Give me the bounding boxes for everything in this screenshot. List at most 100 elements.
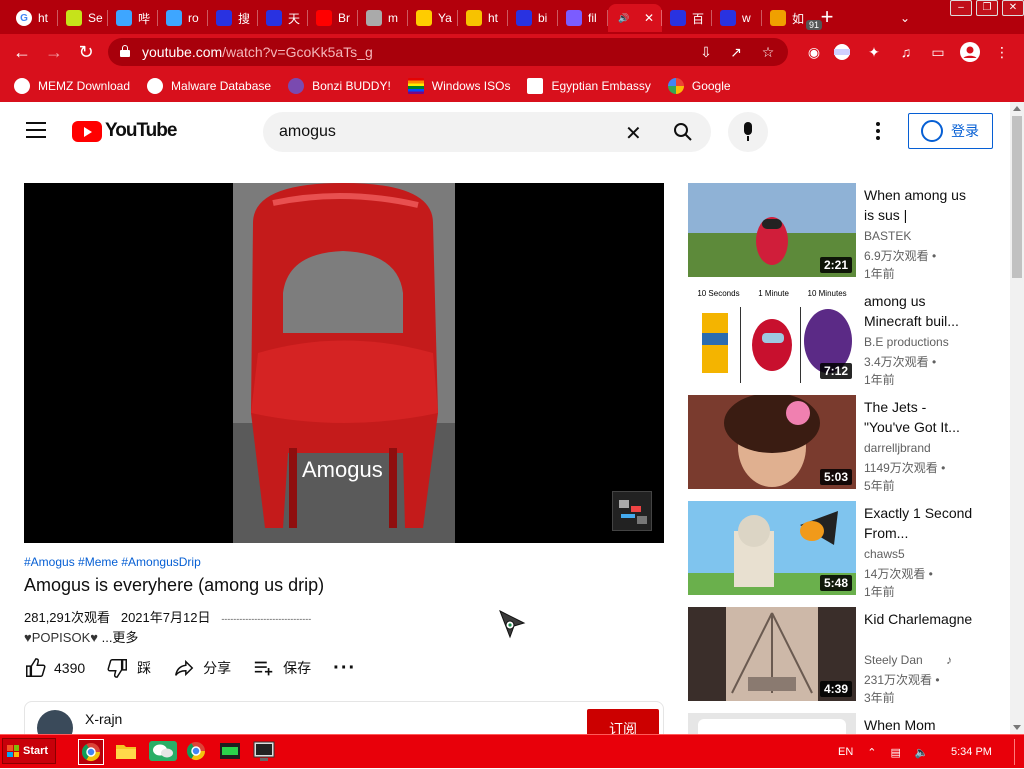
bookmark-item[interactable]: Egyptian Embassy bbox=[527, 78, 651, 94]
network-icon[interactable]: ▤ bbox=[891, 746, 901, 759]
minimize-button[interactable]: – bbox=[950, 0, 972, 16]
recommendation-channel: chaws5 bbox=[864, 547, 905, 561]
tab-search-button[interactable]: ⌄ bbox=[893, 6, 917, 30]
extension-flag-icon[interactable] bbox=[830, 40, 854, 64]
taskbar-explorer-icon[interactable] bbox=[114, 739, 140, 765]
address-bar[interactable]: youtube.com/watch?v=GcoKk5aTs_g ⇩ ↗ ☆ bbox=[108, 38, 788, 66]
browser-tab[interactable]: fil bbox=[558, 4, 608, 32]
browser-tab[interactable]: Ght bbox=[8, 4, 58, 32]
video-thumbnail[interactable]: 2:21 bbox=[688, 183, 856, 277]
taskbar-app-icon[interactable] bbox=[218, 739, 244, 765]
browser-tab[interactable]: Br bbox=[308, 4, 358, 32]
voice-search-icon[interactable] bbox=[728, 112, 768, 152]
close-tab-icon[interactable]: ✕ bbox=[644, 11, 654, 25]
taskbar-chrome-alt-icon[interactable] bbox=[184, 739, 210, 765]
bookmark-item[interactable]: Bonzi BUDDY! bbox=[288, 78, 391, 94]
lock-icon[interactable] bbox=[120, 45, 130, 57]
channel-name[interactable]: X-rajn bbox=[85, 711, 122, 727]
taskbar-wechat-icon[interactable] bbox=[148, 739, 178, 765]
menu-icon[interactable] bbox=[26, 122, 46, 138]
browser-tab[interactable]: 如 bbox=[762, 4, 812, 32]
tab-title: Br bbox=[338, 11, 350, 25]
browser-tab[interactable]: 哔 bbox=[108, 4, 158, 32]
reload-button[interactable]: ↻ bbox=[74, 40, 98, 64]
browser-tab[interactable]: m bbox=[358, 4, 408, 32]
video-thumbnail[interactable]: 5:48 bbox=[688, 501, 856, 595]
volume-icon[interactable]: 🔈 bbox=[915, 746, 929, 759]
browser-tab[interactable]: 百 bbox=[662, 4, 712, 32]
video-thumbnail[interactable]: 4:39 bbox=[688, 607, 856, 701]
show-desktop-button[interactable] bbox=[1014, 739, 1022, 765]
video-thumbnail[interactable]: 5:03 bbox=[688, 395, 856, 489]
share-label: 分享 bbox=[203, 660, 232, 676]
browser-tab[interactable]: 🔊 ✕ bbox=[608, 4, 662, 32]
extensions-puzzle-icon[interactable]: ✦ bbox=[862, 40, 886, 64]
start-button[interactable]: Start bbox=[2, 738, 56, 764]
video-description[interactable]: ♥POPISOK♥ ...更多 bbox=[24, 627, 138, 646]
extension-ublock-icon[interactable]: ◉ bbox=[802, 40, 826, 64]
taskbar-chrome-icon[interactable] bbox=[78, 739, 104, 765]
url-text[interactable]: youtube.com/watch?v=GcoKk5aTs_g bbox=[142, 44, 373, 60]
recommendation-card[interactable]: 5:48 Exactly 1 Second From... chaws5 14万次观看… bbox=[688, 501, 1008, 597]
back-button[interactable]: ← bbox=[10, 40, 34, 64]
more-dots-icon: ··· bbox=[333, 656, 357, 679]
share-button[interactable]: 分享 bbox=[173, 657, 231, 679]
search-box[interactable]: amogus ✕ bbox=[263, 112, 711, 152]
taskbar-clock[interactable]: 5:34 PM bbox=[951, 746, 992, 758]
search-input[interactable]: amogus bbox=[279, 123, 336, 141]
bookmark-item[interactable]: MEMZ Download bbox=[14, 78, 130, 94]
restore-button[interactable]: ❐ bbox=[976, 0, 998, 16]
video-duration: 7:12 bbox=[819, 363, 852, 379]
leaf-icon bbox=[66, 10, 82, 26]
taskbar-terminal-icon[interactable] bbox=[252, 739, 278, 765]
sign-in-button[interactable]: 登录 bbox=[908, 113, 993, 149]
bookmark-item[interactable]: Google bbox=[667, 78, 731, 94]
video-hashtags[interactable]: #Amogus #Meme #AmongusDrip bbox=[24, 555, 201, 569]
bookmark-item[interactable]: Malware Database bbox=[147, 78, 271, 94]
recommendation-card[interactable]: 10 Seconds 1 Minute 10 Minutes 7:12 among us… bbox=[688, 289, 1008, 385]
profile-icon[interactable] bbox=[958, 40, 982, 64]
recommendation-card[interactable]: 2:21 When among us is sus | BASTEK 6.9万次观看 … bbox=[688, 183, 1008, 279]
browser-tab[interactable]: Se bbox=[58, 4, 108, 32]
browser-tab[interactable]: ht bbox=[458, 4, 508, 32]
recommendation-card[interactable]: When Mom bbox=[688, 713, 1008, 734]
save-label: 保存 bbox=[283, 660, 312, 676]
scroll-thumb[interactable] bbox=[1012, 116, 1022, 278]
channel-watermark-icon[interactable] bbox=[612, 491, 652, 531]
recommendation-card[interactable]: 4:39 Kid Charlemagne Steely Dan ♪ 231万次观看 •… bbox=[688, 607, 1008, 703]
tray-expand-icon[interactable]: ⌃ bbox=[867, 746, 876, 759]
browser-tab[interactable]: bi bbox=[508, 4, 558, 32]
like-button[interactable]: 4390 bbox=[24, 657, 85, 679]
settings-more-icon[interactable] bbox=[876, 122, 882, 140]
browser-tab[interactable]: 天 bbox=[258, 4, 308, 32]
bookmark-star-icon[interactable]: ☆ bbox=[758, 42, 778, 62]
browser-tab[interactable]: 搜 bbox=[208, 4, 258, 32]
browser-menu-icon[interactable]: ⋮ bbox=[990, 40, 1014, 64]
search-icon[interactable] bbox=[673, 122, 693, 142]
share-icon[interactable]: ↗ bbox=[726, 42, 746, 62]
page-scrollbar[interactable] bbox=[1010, 102, 1024, 734]
forward-button[interactable]: → bbox=[42, 40, 66, 64]
video-player[interactable]: Amogus bbox=[24, 183, 664, 543]
recommendation-card[interactable]: 5:03 The Jets - "You've Got It... darrellj… bbox=[688, 395, 1008, 491]
bookmark-item[interactable]: Windows ISOs bbox=[407, 78, 510, 94]
dislike-button[interactable]: 踩 bbox=[107, 657, 151, 679]
more-actions-button[interactable]: ··· bbox=[333, 657, 356, 680]
show-more-link[interactable]: ...更多 bbox=[102, 630, 139, 645]
language-indicator[interactable]: EN bbox=[838, 746, 853, 758]
browser-tab[interactable]: w bbox=[712, 4, 762, 32]
close-window-button[interactable]: ✕ bbox=[1002, 0, 1024, 16]
install-app-icon[interactable]: ⇩ bbox=[696, 42, 716, 62]
upload-date: 2021年7月12日 bbox=[120, 610, 211, 625]
scroll-down-icon[interactable] bbox=[1013, 725, 1021, 730]
side-panel-icon[interactable]: ▭ bbox=[926, 40, 950, 64]
clear-search-icon[interactable]: ✕ bbox=[625, 121, 642, 146]
browser-tab[interactable]: ro bbox=[158, 4, 208, 32]
youtube-logo[interactable]: YouTube bbox=[72, 120, 177, 142]
video-thumbnail[interactable]: 10 Seconds 1 Minute 10 Minutes 7:12 bbox=[688, 289, 856, 383]
video-thumbnail[interactable] bbox=[688, 713, 856, 734]
browser-tab[interactable]: Ya bbox=[408, 4, 458, 32]
media-controls-icon[interactable]: ♫ bbox=[894, 40, 918, 64]
save-button[interactable]: 保存 bbox=[253, 657, 311, 679]
scroll-up-icon[interactable] bbox=[1013, 106, 1021, 111]
